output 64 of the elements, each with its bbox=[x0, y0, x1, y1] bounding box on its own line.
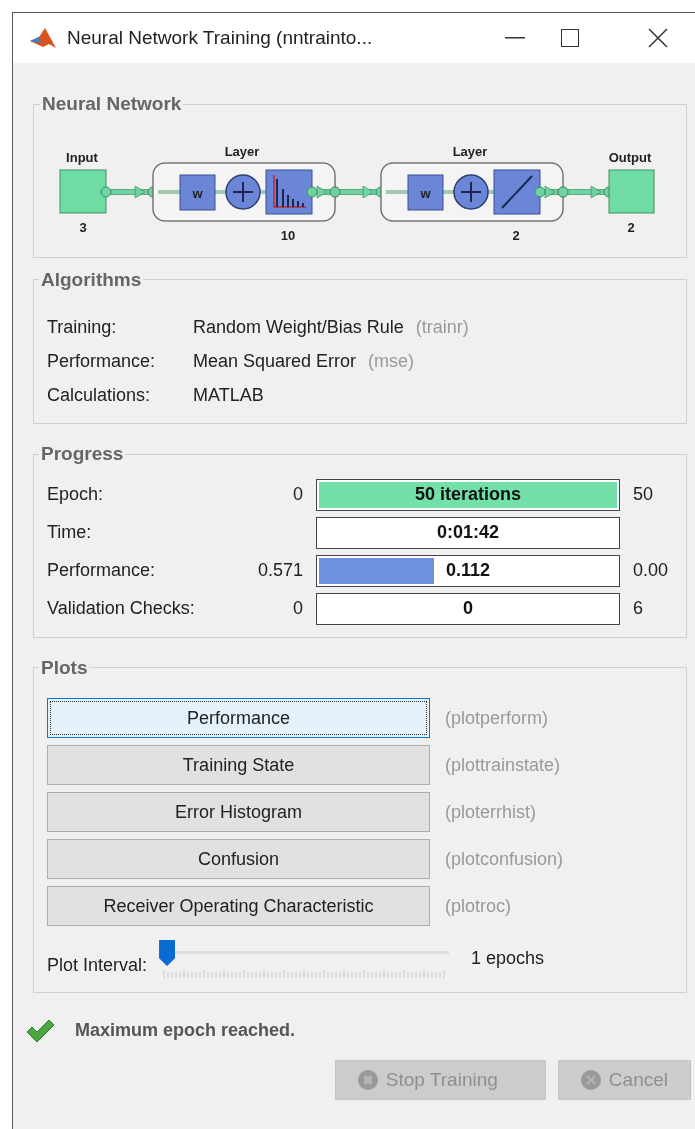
transfer-function-icon bbox=[265, 169, 313, 214]
sum-icon bbox=[453, 173, 489, 210]
progress-value: 50 iterations bbox=[414, 483, 521, 506]
sum-icon bbox=[225, 173, 261, 210]
field-label: Performance: bbox=[47, 350, 157, 373]
node-size: 3 bbox=[79, 219, 87, 235]
layer-size: 2 bbox=[512, 227, 520, 243]
field-label: Calculations: bbox=[47, 384, 152, 407]
plot-button[interactable]: Confusion bbox=[47, 839, 430, 879]
minimize-icon bbox=[505, 37, 525, 39]
plot-button[interactable]: Receiver Operating Characteristic bbox=[47, 886, 430, 926]
weight-label: w bbox=[192, 185, 203, 201]
field-value: Random Weight/Bias Rule bbox=[193, 316, 404, 339]
plot-button[interactable]: Performance bbox=[47, 698, 430, 738]
weight-block bbox=[407, 174, 444, 210]
slider-thumb[interactable] bbox=[159, 940, 176, 966]
checkmark-icon bbox=[25, 1017, 55, 1044]
node-label: Output bbox=[608, 149, 652, 165]
function-name: (plotperform) bbox=[445, 706, 550, 730]
transfer-function-icon bbox=[493, 169, 541, 214]
field-value: Mean Squared Error bbox=[193, 350, 357, 373]
function-name: (mse) bbox=[368, 350, 415, 373]
range-end: 0.00 bbox=[633, 559, 670, 582]
function-name: (trainr) bbox=[415, 316, 469, 339]
node-label: Input bbox=[66, 149, 98, 165]
field-label: Validation Checks: bbox=[47, 597, 196, 620]
input-block bbox=[59, 169, 107, 213]
plot-button[interactable]: Training State bbox=[47, 745, 430, 785]
window-title: Neural Network Training (nntrainto... bbox=[67, 25, 373, 50]
weight-label: w bbox=[420, 185, 431, 201]
cancel-icon bbox=[580, 1070, 601, 1090]
panel-title: Progress bbox=[40, 442, 125, 466]
node-size: 2 bbox=[627, 219, 635, 235]
interval-value: 1 epochs bbox=[471, 946, 545, 970]
output-block bbox=[608, 169, 655, 213]
field-label: Epoch: bbox=[47, 483, 105, 506]
field-label: Performance: bbox=[47, 559, 157, 582]
range-end: 6 bbox=[633, 597, 644, 620]
panel-title: Plots bbox=[40, 655, 89, 680]
close-icon bbox=[648, 28, 668, 48]
function-name: (plotconfusion) bbox=[445, 847, 565, 871]
plot-button[interactable]: Error Histogram bbox=[47, 792, 430, 832]
field-value: MATLAB bbox=[193, 384, 264, 407]
range-start: 0 bbox=[292, 597, 303, 620]
range-end: 50 bbox=[633, 483, 655, 506]
layer-label: Layer bbox=[452, 143, 488, 159]
function-name: (ploterrhist) bbox=[445, 800, 538, 824]
progress-value: 0.112 bbox=[445, 559, 491, 582]
app-logo-icon bbox=[29, 26, 57, 50]
stop-icon bbox=[357, 1070, 378, 1090]
function-name: (plottrainstate) bbox=[445, 753, 562, 777]
weight-block bbox=[179, 174, 216, 210]
field-label: Time: bbox=[47, 521, 93, 544]
panel-title: Algorithms bbox=[40, 267, 143, 292]
status-message: Maximum epoch reached. bbox=[75, 1019, 296, 1042]
panel-title: Neural Network bbox=[41, 92, 183, 116]
layer-label: Layer bbox=[224, 143, 260, 159]
function-name: (plotroc) bbox=[445, 894, 512, 918]
range-start: 0 bbox=[292, 483, 303, 506]
range-start: 0.571 bbox=[256, 559, 303, 582]
layer-size: 10 bbox=[280, 227, 296, 243]
interval-label: Plot Interval: bbox=[47, 953, 148, 977]
field-label: Training: bbox=[47, 316, 118, 339]
maximize-icon bbox=[561, 29, 579, 47]
